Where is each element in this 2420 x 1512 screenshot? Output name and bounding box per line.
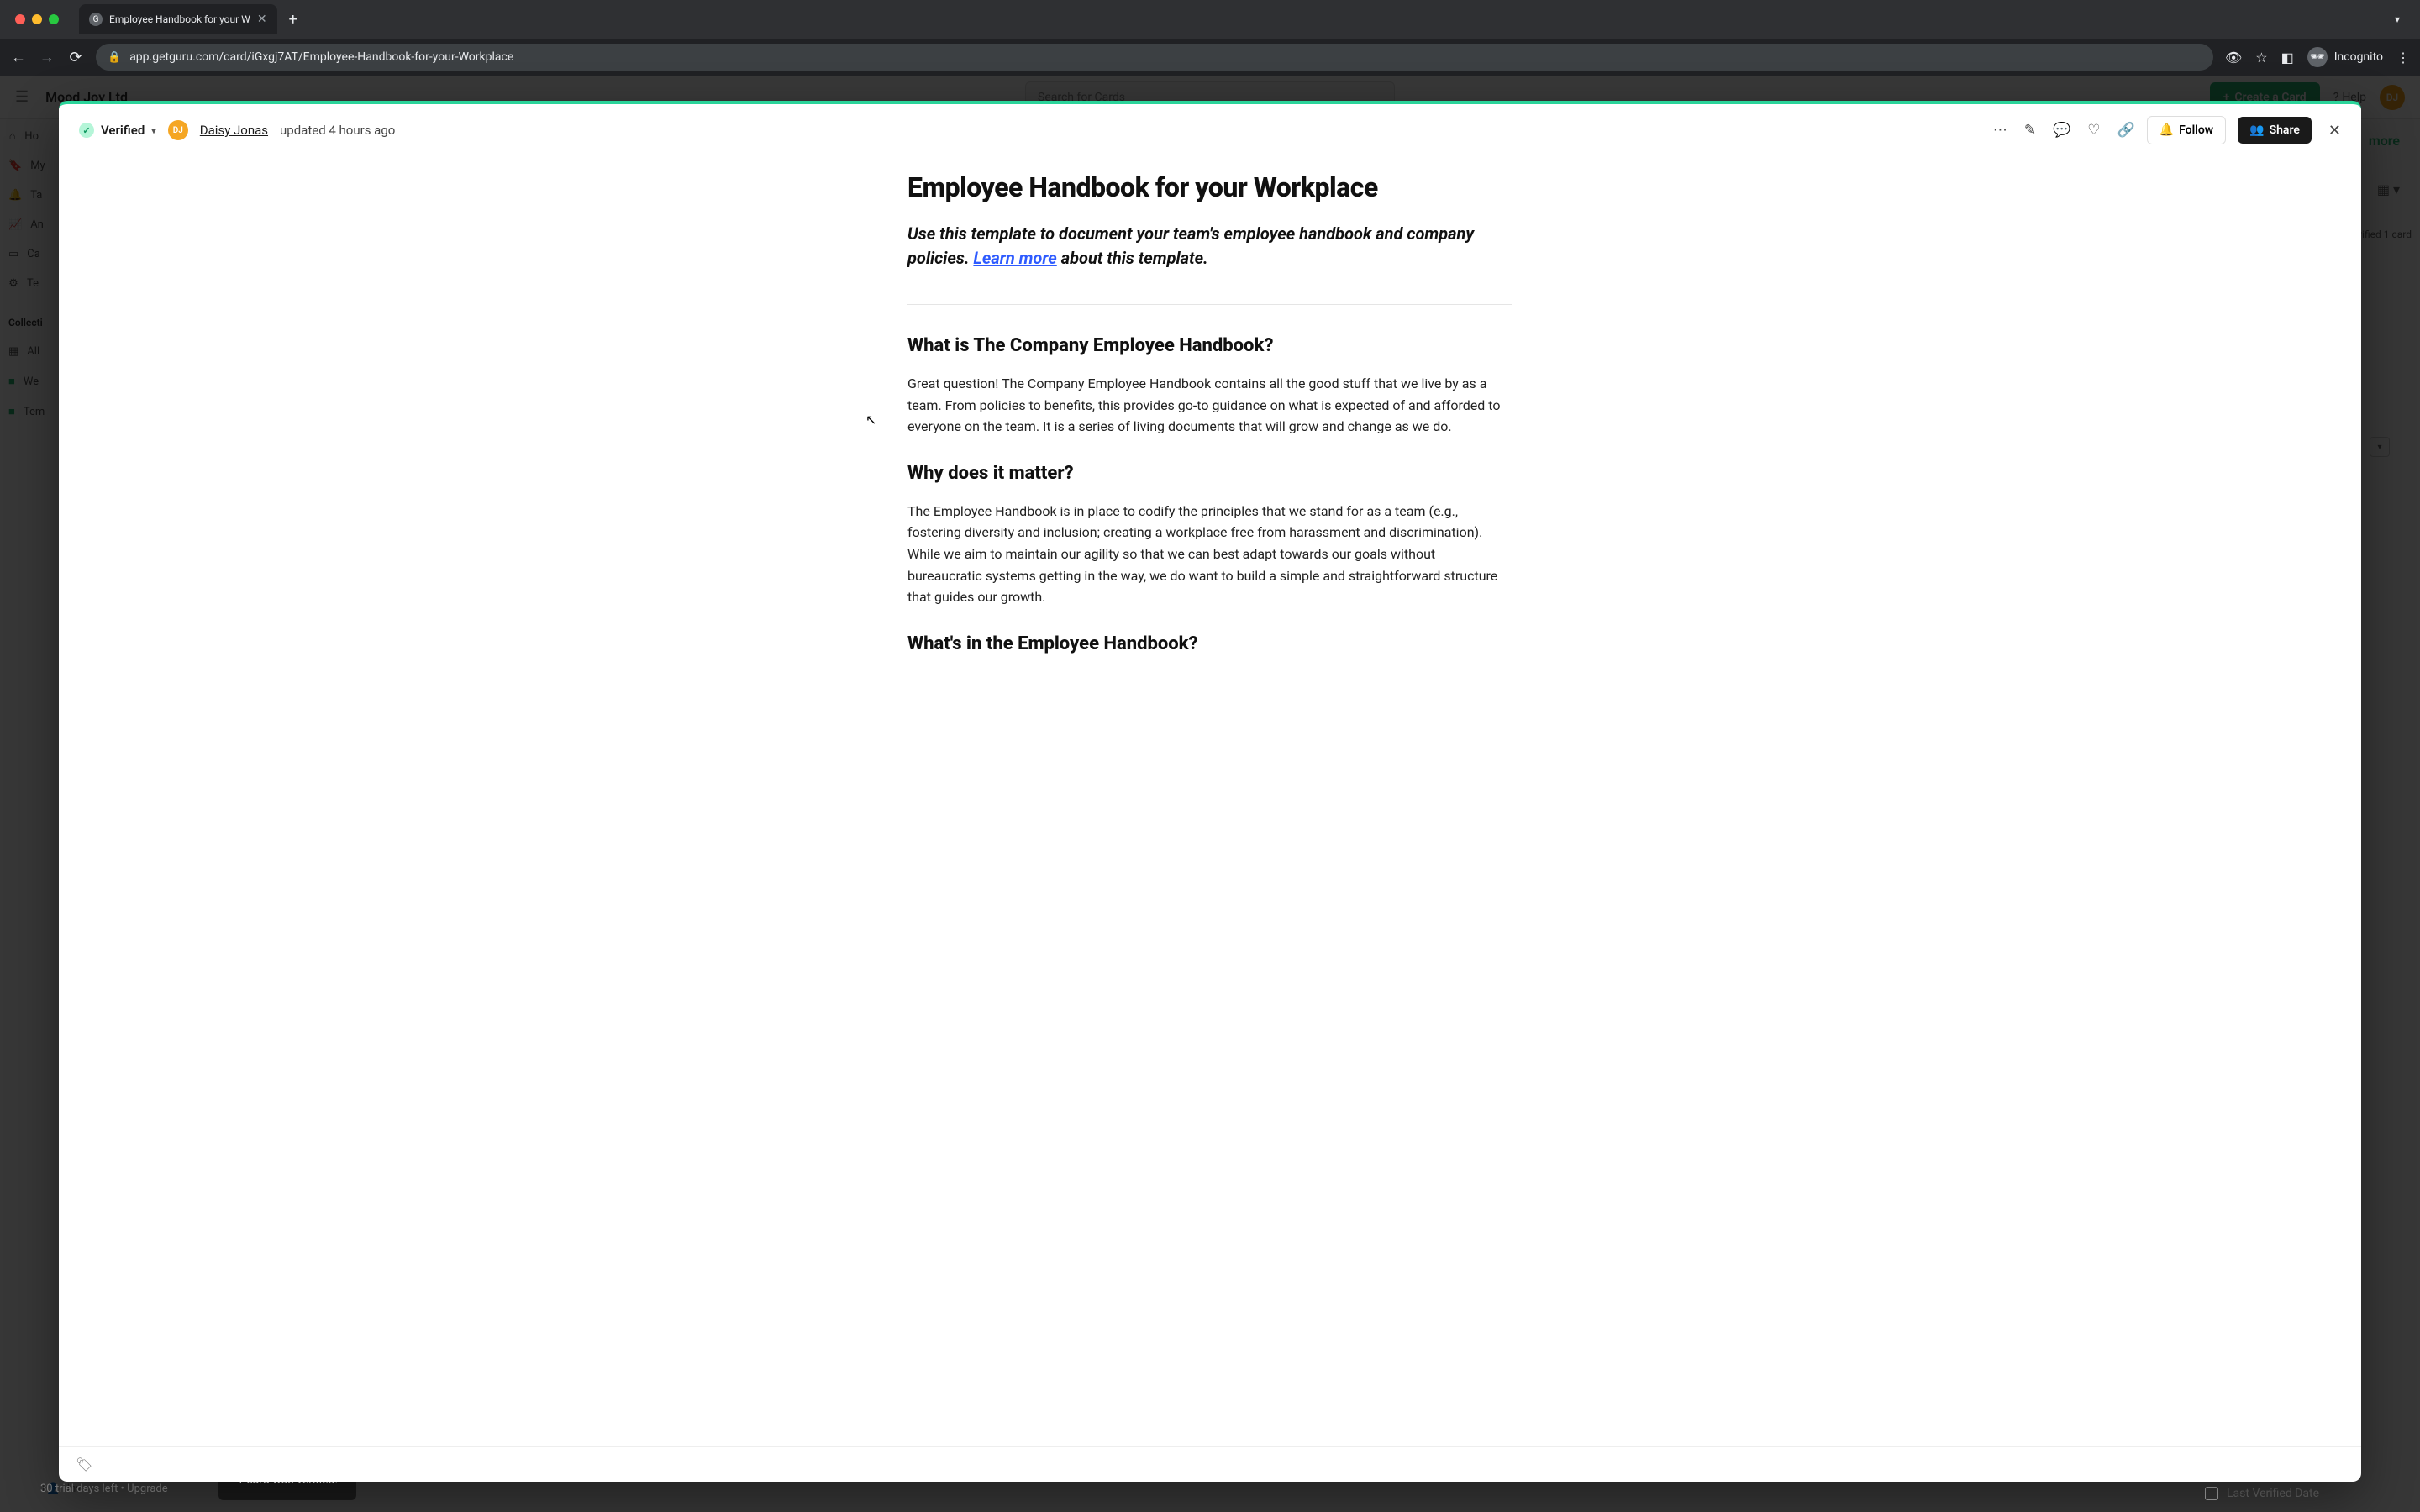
divider xyxy=(908,304,1512,305)
url-text: app.getguru.com/card/iGxgj7AT/Employee-H… xyxy=(129,50,513,64)
card-footer: 🏷 xyxy=(59,1446,2361,1482)
last-verified-date-filter[interactable]: Last Verified Date xyxy=(2205,1487,2319,1500)
author-link[interactable]: Daisy Jonas xyxy=(200,123,268,138)
new-tab-button[interactable]: + xyxy=(289,11,297,29)
verified-label: Verified xyxy=(101,123,145,138)
close-modal-button[interactable]: ✕ xyxy=(2328,122,2341,139)
bell-icon: 🔔 xyxy=(2160,123,2174,137)
panel-icon[interactable]: ◧ xyxy=(2281,50,2294,66)
url-field[interactable]: 🔒 app.getguru.com/card/iGxgj7AT/Employee… xyxy=(96,44,2213,71)
more-menu-icon[interactable]: ⋯ xyxy=(1993,122,2007,139)
card-header: ✓ Verified ▾ DJ Daisy Jonas updated 4 ho… xyxy=(59,104,2361,156)
tag-icon[interactable]: 🏷 xyxy=(76,1457,92,1473)
author-avatar: DJ xyxy=(168,120,188,140)
titlebar: G Employee Handbook for your W ✕ + ▾ xyxy=(0,0,2420,39)
intro-text-post: about this template. xyxy=(1057,248,1208,268)
back-button[interactable]: ← xyxy=(10,49,27,66)
tab-title: Employee Handbook for your W xyxy=(109,13,250,25)
card-title: Employee Handbook for your Workplace xyxy=(908,171,1512,203)
incognito-icon: 🕶 xyxy=(2307,47,2328,67)
section-heading-3: What's in the Employee Handbook? xyxy=(908,633,1512,654)
section-body-2: The Employee Handbook is in place to cod… xyxy=(908,501,1512,608)
share-label: Share xyxy=(2270,123,2300,137)
checkbox-icon[interactable] xyxy=(2205,1487,2218,1500)
kebab-menu-icon[interactable]: ⋮ xyxy=(2396,50,2410,66)
follow-button[interactable]: 🔔 Follow xyxy=(2147,116,2226,144)
reload-button[interactable]: ⟳ xyxy=(67,49,84,66)
incognito-label: Incognito xyxy=(2334,50,2383,64)
address-bar: ← → ⟳ 🔒 app.getguru.com/card/iGxgj7AT/Em… xyxy=(0,39,2420,76)
section-heading-2: Why does it matter? xyxy=(908,463,1512,484)
lvd-label: Last Verified Date xyxy=(2227,1487,2319,1500)
share-button[interactable]: 👥 Share xyxy=(2238,117,2312,144)
window-maximize-icon[interactable] xyxy=(49,14,59,24)
card-modal: ✓ Verified ▾ DJ Daisy Jonas updated 4 ho… xyxy=(59,101,2361,1482)
verified-status-button[interactable]: ✓ Verified ▾ xyxy=(79,123,156,138)
lock-icon: 🔒 xyxy=(108,51,121,64)
traffic-lights xyxy=(15,14,59,24)
link-icon[interactable]: 🔗 xyxy=(2118,122,2135,139)
learn-more-link[interactable]: Learn more xyxy=(973,248,1056,268)
browser-chrome: G Employee Handbook for your W ✕ + ▾ ← →… xyxy=(0,0,2420,76)
browser-tab[interactable]: G Employee Handbook for your W ✕ xyxy=(79,4,277,34)
author-initials: DJ xyxy=(173,126,183,135)
section-body-1: Great question! The Company Employee Han… xyxy=(908,373,1512,438)
tabstrip: G Employee Handbook for your W ✕ + ▾ xyxy=(79,0,2405,39)
comment-icon[interactable]: 💬 xyxy=(2053,122,2070,139)
tab-favicon-icon: G xyxy=(89,13,103,26)
follow-label: Follow xyxy=(2179,123,2213,137)
tabs-dropdown-icon[interactable]: ▾ xyxy=(2395,13,2400,25)
incognito-indicator[interactable]: 🕶 Incognito xyxy=(2307,47,2383,67)
updated-timestamp: updated 4 hours ago xyxy=(280,123,395,138)
card-intro: Use this template to document your team'… xyxy=(908,222,1512,270)
edit-pencil-icon[interactable]: ✎ xyxy=(2024,122,2036,139)
window-close-icon[interactable] xyxy=(15,14,25,24)
tab-close-icon[interactable]: ✕ xyxy=(257,13,267,26)
card-body[interactable]: Employee Handbook for your Workplace Use… xyxy=(59,156,2361,1446)
window-minimize-icon[interactable] xyxy=(32,14,42,24)
heart-icon[interactable]: ♡ xyxy=(2087,122,2100,139)
upgrade-banner[interactable]: 30 trial days left • Upgrade xyxy=(40,1483,168,1495)
forward-button[interactable]: → xyxy=(39,49,55,66)
card-header-actions: ⋯ ✎ 💬 ♡ 🔗 xyxy=(1993,122,2135,139)
section-heading-1: What is The Company Employee Handbook? xyxy=(908,335,1512,356)
chevron-down-icon: ▾ xyxy=(151,125,156,136)
eye-off-icon[interactable]: 👁 xyxy=(2225,50,2242,66)
address-bar-actions: 👁 ☆ ◧ 🕶 Incognito ⋮ xyxy=(2225,47,2410,67)
people-icon: 👥 xyxy=(2249,123,2264,137)
document-content: Employee Handbook for your Workplace Use… xyxy=(899,171,1521,654)
bookmark-star-icon[interactable]: ☆ xyxy=(2255,50,2267,66)
check-circle-icon: ✓ xyxy=(79,123,94,138)
